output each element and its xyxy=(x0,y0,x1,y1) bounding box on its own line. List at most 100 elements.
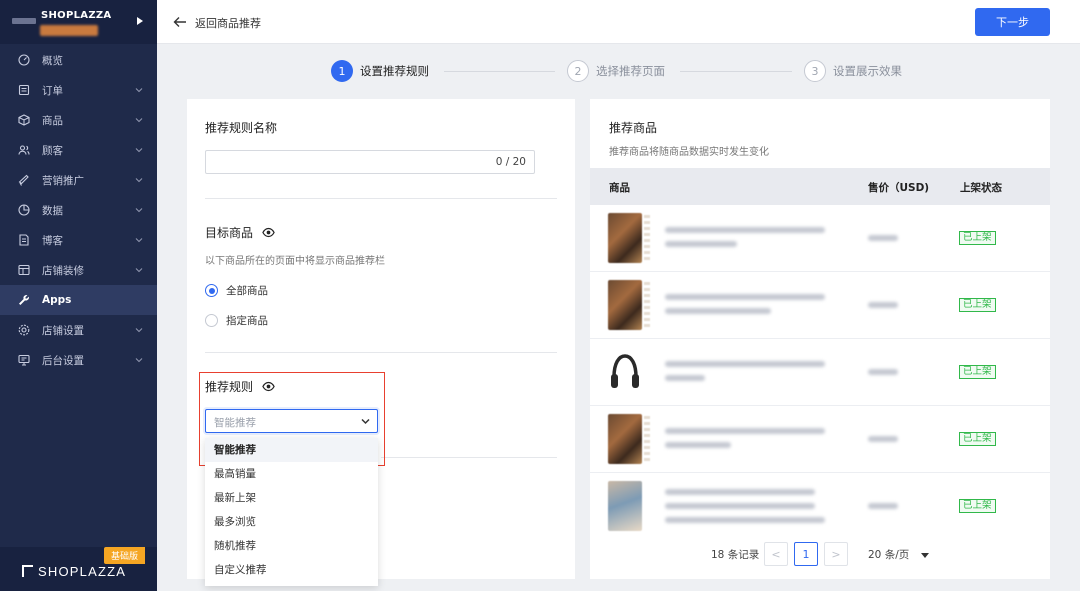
status-badge: 已上架 xyxy=(959,231,996,245)
product-title-blurred xyxy=(665,308,771,314)
topbar: 返回商品推荐 下一步 xyxy=(157,0,1080,44)
dropdown-option[interactable]: 智能推荐 xyxy=(205,438,378,462)
sidebar-item[interactable]: 数据 xyxy=(0,195,157,225)
target-products-title: 目标商品 xyxy=(205,226,254,240)
dashboard-icon xyxy=(18,54,30,66)
sidebar-item-label: 订单 xyxy=(42,84,63,97)
sidebar-item[interactable]: 概览 xyxy=(0,45,157,75)
status-badge: 已上架 xyxy=(959,432,996,446)
step-2[interactable]: 2 选择推荐页面 xyxy=(567,60,665,82)
dropdown-option[interactable]: 最多浏览 xyxy=(205,510,378,534)
recommended-hint: 推荐商品将随商品数据实时发生变化 xyxy=(609,147,769,158)
customers-icon xyxy=(18,144,30,156)
column-header-status: 上架状态 xyxy=(960,182,1002,194)
table-row[interactable]: 已上架 xyxy=(590,406,1050,473)
table-row[interactable]: 已上架 xyxy=(590,473,1050,540)
next-page-button[interactable]: > xyxy=(824,542,848,566)
radio-specific-products[interactable]: 指定商品 xyxy=(205,313,268,328)
step-3[interactable]: 3 设置展示效果 xyxy=(804,60,902,82)
dropdown-option[interactable]: 随机推荐 xyxy=(205,534,378,558)
prev-page-button[interactable]: < xyxy=(764,542,788,566)
rule-name-counter: 0 / 20 xyxy=(495,156,526,168)
caret-down-icon[interactable] xyxy=(921,553,929,558)
rule-select[interactable]: 智能推荐 xyxy=(205,409,378,433)
product-thumbnail xyxy=(608,414,650,464)
step-2-number: 2 xyxy=(567,60,589,82)
product-title-blurred xyxy=(665,361,825,367)
caret-right-icon[interactable] xyxy=(137,17,143,25)
step-1[interactable]: 1 设置推荐规则 xyxy=(331,60,429,82)
status-badge: 已上架 xyxy=(959,499,996,513)
product-title-blurred xyxy=(665,375,705,381)
settings-gear-icon xyxy=(18,324,30,336)
headphones-thumbnail xyxy=(608,347,642,397)
sidebar-item-label: 商品 xyxy=(42,114,63,127)
chevron-down-icon xyxy=(135,88,143,93)
product-thumbnail xyxy=(608,481,642,531)
sidebar-item-label: 博客 xyxy=(42,234,63,247)
product-title-blurred xyxy=(665,503,815,509)
product-title-blurred xyxy=(665,241,737,247)
table-row[interactable]: 已上架 xyxy=(590,339,1050,406)
table-row[interactable]: 已上架 xyxy=(590,205,1050,272)
chevron-down-icon xyxy=(135,268,143,273)
sidebar-item[interactable]: 博客 xyxy=(0,225,157,255)
product-title-blurred xyxy=(665,517,825,523)
chevron-down-icon xyxy=(135,148,143,153)
sidebar-item[interactable]: 店铺装修 xyxy=(0,255,157,285)
product-box-icon xyxy=(18,114,30,126)
page-size-select[interactable]: 20 条/页 xyxy=(868,547,909,562)
dropdown-option[interactable]: 最新上架 xyxy=(205,486,378,510)
pagination-total: 18 条记录 xyxy=(711,549,760,561)
chevron-down-icon xyxy=(135,358,143,363)
status-badge: 已上架 xyxy=(959,298,996,312)
product-title-blurred xyxy=(665,294,825,300)
page-number-button[interactable]: 1 xyxy=(794,542,818,566)
step-2-label: 选择推荐页面 xyxy=(596,64,665,78)
sidebar-item[interactable]: Apps xyxy=(0,285,157,315)
store-switcher[interactable]: SHOPLAZZA xyxy=(0,0,157,44)
product-price-blurred xyxy=(868,503,898,509)
step-3-label: 设置展示效果 xyxy=(833,64,902,78)
step-connector xyxy=(444,71,555,72)
plan-badge: 基础版 xyxy=(104,547,146,564)
pagination: 18 条记录 < 1 > 20 条/页 xyxy=(590,541,1050,567)
sidebar-item[interactable]: 订单 xyxy=(0,75,157,105)
chevron-down-icon xyxy=(135,238,143,243)
radio-button[interactable] xyxy=(205,314,218,327)
sidebar-item[interactable]: 商品 xyxy=(0,105,157,135)
sidebar-item[interactable]: 店铺设置 xyxy=(0,315,157,345)
chevron-down-icon xyxy=(135,178,143,183)
rule-name-input[interactable]: 0 / 20 xyxy=(205,150,535,174)
rule-select-value: 智能推荐 xyxy=(214,417,256,429)
radio-button[interactable] xyxy=(205,284,218,297)
back-link[interactable]: 返回商品推荐 xyxy=(195,15,261,31)
store-design-icon xyxy=(18,264,30,276)
recommended-products-panel: 推荐商品 推荐商品将随商品数据实时发生变化 商品 售价（USD) 上架状态 已上… xyxy=(590,99,1050,579)
blog-icon xyxy=(18,234,30,246)
brand-logo: SHOPLAZZA xyxy=(22,564,126,579)
table-row[interactable]: 已上架 xyxy=(590,272,1050,339)
eye-icon[interactable] xyxy=(262,226,275,239)
step-connector xyxy=(680,71,792,72)
radio-all-products[interactable]: 全部商品 xyxy=(205,283,268,298)
arrow-left-icon[interactable] xyxy=(173,15,187,29)
sidebar: SHOPLAZZA 概览订单商品顾客 营销推广 数据博客店铺装修 Apps 店铺设置 后台… xyxy=(0,0,157,591)
column-header-price: 售价（USD) xyxy=(868,182,930,194)
table-header: 商品 售价（USD) 上架状态 xyxy=(590,168,1050,205)
sidebar-item[interactable]: 后台设置 xyxy=(0,345,157,375)
data-icon xyxy=(18,204,30,216)
sidebar-item-label: 店铺装修 xyxy=(42,264,84,277)
product-thumbnail xyxy=(608,280,650,330)
admin-monitor-icon xyxy=(18,354,30,366)
next-step-button[interactable]: 下一步 xyxy=(975,8,1050,36)
product-price-blurred xyxy=(868,302,898,308)
step-1-number: 1 xyxy=(331,60,353,82)
dropdown-option[interactable]: 自定义推荐 xyxy=(205,558,378,582)
dropdown-option[interactable]: 最高销量 xyxy=(205,462,378,486)
chevron-down-icon xyxy=(135,208,143,213)
sidebar-item[interactable]: 营销推广 xyxy=(0,165,157,195)
product-title-blurred xyxy=(665,489,815,495)
product-price-blurred xyxy=(868,235,898,241)
sidebar-item[interactable]: 顾客 xyxy=(0,135,157,165)
